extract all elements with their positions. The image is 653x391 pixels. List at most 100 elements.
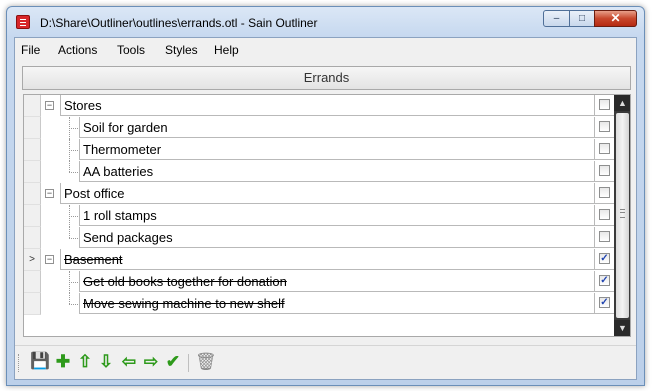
collapse-icon[interactable]: − [45, 255, 54, 264]
indent-icon[interactable]: ⇨ [141, 352, 161, 372]
row-selector[interactable] [24, 205, 41, 227]
outline-item-text[interactable]: Soil for garden [79, 117, 594, 138]
outline-item-text[interactable]: Move sewing machine to new shelf [79, 293, 594, 314]
checkbox-cell: ✓ [594, 293, 614, 314]
row-selector[interactable] [24, 117, 41, 139]
outline-row[interactable]: − Post office [24, 183, 614, 205]
maximize-button[interactable]: □ [569, 10, 595, 27]
toolbar-grip[interactable] [18, 354, 21, 372]
outline-item-text[interactable]: Thermometer [79, 139, 594, 160]
outline-tree[interactable]: ▲ ▼ − Stores Soil for garden Thermometer AA … [23, 94, 631, 337]
row-selector[interactable] [24, 183, 41, 205]
app-window: D:\Share\Outliner\outlines\errands.otl -… [6, 6, 645, 386]
tree-connector [69, 293, 70, 304]
done-checkbox[interactable] [599, 143, 610, 154]
checkbox-cell [594, 205, 614, 226]
outline-item-text[interactable]: Post office [60, 183, 594, 204]
row-selector[interactable] [24, 271, 41, 293]
save-icon[interactable]: 💾 [30, 352, 50, 372]
row-selector[interactable] [24, 293, 41, 315]
done-checkbox[interactable] [599, 231, 610, 242]
tree-connector [69, 161, 70, 172]
tree-connector [69, 304, 78, 305]
move-down-icon[interactable]: ⇩ [96, 352, 116, 372]
checkbox-cell [594, 139, 614, 160]
checkbox-cell [594, 117, 614, 138]
menu-actions[interactable]: Actions [58, 43, 97, 57]
outline-item-text[interactable]: AA batteries [79, 161, 594, 182]
row-selector[interactable] [24, 227, 41, 249]
trash-icon[interactable]: 🗑 [195, 352, 217, 372]
tree-connector [69, 238, 78, 239]
outline-row[interactable]: 1 roll stamps [24, 205, 614, 227]
done-checkbox[interactable] [599, 165, 610, 176]
tree-connector [69, 227, 70, 238]
outline-row[interactable]: AA batteries [24, 161, 614, 183]
done-checkbox[interactable] [599, 187, 610, 198]
check-icon[interactable]: ✔ [163, 352, 183, 372]
outline-item-text[interactable]: Get old books together for donation [79, 271, 594, 292]
tree-connector [69, 172, 78, 173]
client-area: File Actions Tools Styles Help Errands ▲… [14, 37, 637, 380]
tree-connector [69, 205, 70, 227]
vertical-scrollbar[interactable]: ▲ ▼ [614, 95, 630, 336]
done-checkbox[interactable] [599, 209, 610, 220]
minimize-button[interactable]: – [543, 10, 570, 27]
row-selector[interactable] [24, 139, 41, 161]
menu-bar: File Actions Tools Styles Help [15, 38, 636, 62]
done-checkbox[interactable]: ✓ [599, 253, 610, 264]
outline-row[interactable]: Send packages [24, 227, 614, 249]
grip-icon [620, 209, 625, 218]
menu-styles[interactable]: Styles [165, 43, 198, 57]
checkbox-cell [594, 227, 614, 248]
done-checkbox[interactable]: ✓ [599, 297, 610, 308]
toolbar-separator [188, 354, 189, 372]
tree-connector [69, 282, 78, 283]
outline-row[interactable]: Get old books together for donation ✓ [24, 271, 614, 293]
close-button[interactable]: ✕ [594, 10, 637, 27]
row-selector[interactable] [24, 95, 41, 117]
tree-connector [69, 150, 78, 151]
outline-item-text[interactable]: Send packages [79, 227, 594, 248]
checkbox-cell [594, 183, 614, 204]
tree-connector [69, 128, 78, 129]
add-icon[interactable]: ✚ [53, 352, 73, 372]
bottom-toolbar: 💾 ✚ ⇧ ⇩ ⇦ ⇨ ✔ 🗑 [15, 345, 636, 380]
tree-connector [69, 117, 70, 139]
checkbox-cell: ✓ [594, 249, 614, 270]
outline-column-header[interactable]: Errands [22, 66, 631, 90]
row-selector[interactable] [24, 161, 41, 183]
collapse-icon[interactable]: − [45, 189, 54, 198]
scroll-down-arrow-icon[interactable]: ▼ [614, 320, 630, 336]
outdent-icon[interactable]: ⇦ [119, 352, 139, 372]
outline-row[interactable]: > − Basement ✓ [24, 249, 614, 271]
done-checkbox[interactable] [599, 121, 610, 132]
scroll-thumb[interactable] [616, 113, 629, 318]
move-up-icon[interactable]: ⇧ [75, 352, 95, 372]
outline-row[interactable]: − Stores [24, 95, 614, 117]
outline-row[interactable]: Soil for garden [24, 117, 614, 139]
collapse-icon[interactable]: − [45, 101, 54, 110]
checkbox-cell [594, 161, 614, 182]
tree-connector [69, 216, 78, 217]
scroll-up-arrow-icon[interactable]: ▲ [614, 95, 630, 111]
outline-row[interactable]: Thermometer [24, 139, 614, 161]
app-icon[interactable] [16, 15, 30, 29]
outline-item-text[interactable]: Stores [60, 95, 594, 116]
checkbox-cell: ✓ [594, 271, 614, 292]
outline-row[interactable]: Move sewing machine to new shelf ✓ [24, 293, 614, 315]
menu-file[interactable]: File [21, 43, 40, 57]
tree-connector [69, 139, 70, 161]
window-title: D:\Share\Outliner\outlines\errands.otl -… [40, 16, 318, 30]
outline-item-text[interactable]: Basement [60, 249, 594, 270]
outline-title: Errands [303, 70, 350, 85]
outline-item-text[interactable]: 1 roll stamps [79, 205, 594, 226]
checkbox-cell [594, 95, 614, 116]
title-bar[interactable]: D:\Share\Outliner\outlines\errands.otl -… [7, 7, 644, 33]
menu-tools[interactable]: Tools [117, 43, 145, 57]
row-selector[interactable]: > [24, 249, 41, 271]
done-checkbox[interactable]: ✓ [599, 275, 610, 286]
done-checkbox[interactable] [599, 99, 610, 110]
menu-help[interactable]: Help [214, 43, 239, 57]
tree-connector [69, 271, 70, 293]
